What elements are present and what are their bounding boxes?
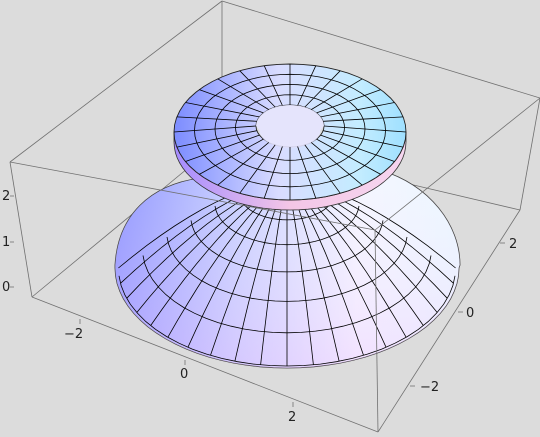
- x-tick-label: −2: [64, 327, 83, 342]
- surface-plot: 2 1 0 −2 0 2 2 0 −2: [2, 0, 540, 433]
- z-tick-label: 1: [2, 235, 10, 250]
- z-tick-label: 2: [2, 189, 10, 204]
- disc-surface: [173, 63, 407, 211]
- z-tick-label: 0: [2, 280, 10, 295]
- z-axis: 2 1 0: [2, 189, 14, 295]
- y-tick-label: 0: [466, 306, 474, 321]
- y-tick-label: 2: [509, 237, 517, 252]
- x-tick-label: 2: [288, 410, 296, 425]
- x-tick-label: 0: [180, 367, 188, 382]
- y-tick-label: −2: [420, 380, 439, 395]
